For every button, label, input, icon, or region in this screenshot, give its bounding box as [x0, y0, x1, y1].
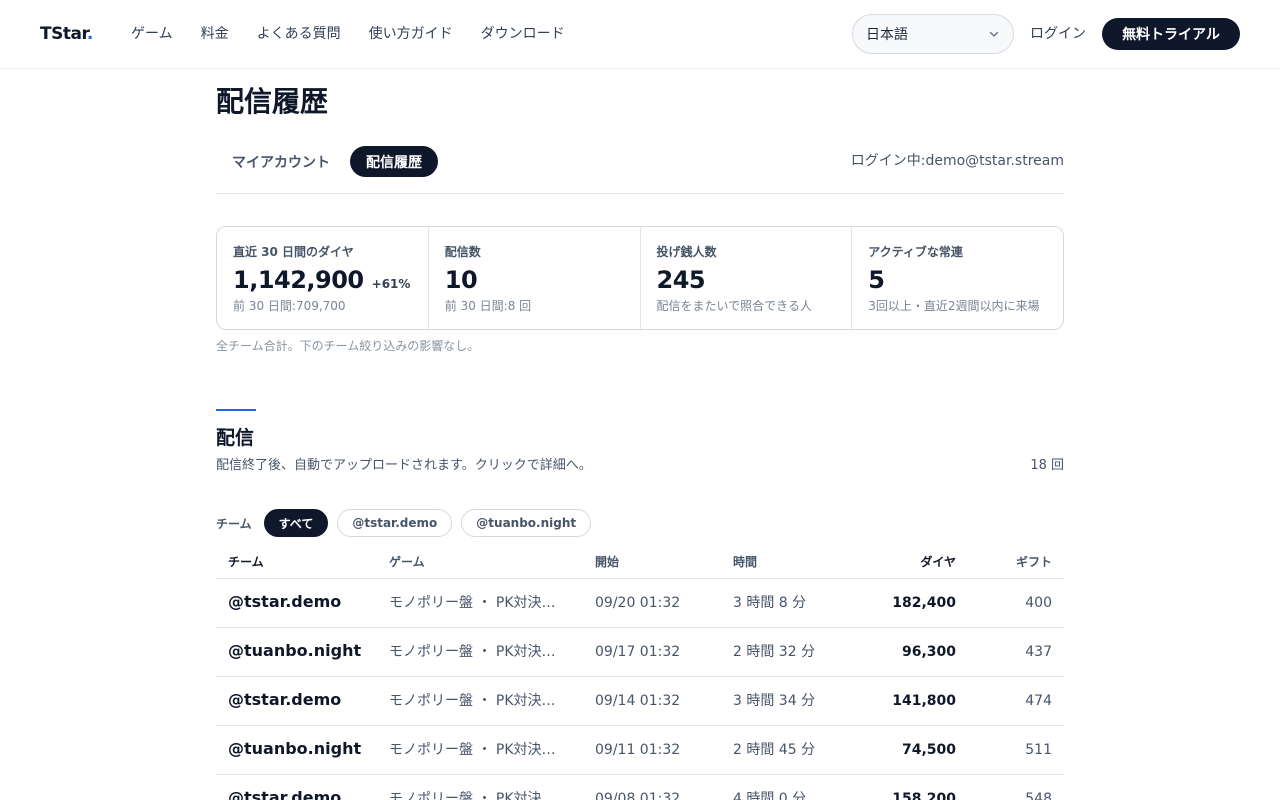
- cell-duration: 2 時間 45 分: [733, 742, 816, 758]
- cell-team: @tstar.demo: [228, 690, 342, 709]
- table-row[interactable]: @tstar.demo モノポリー盤 ・ PK対決バー 09/14 01:32 …: [216, 677, 1064, 726]
- stat-value: 245: [656, 266, 706, 294]
- section-title: 配信: [216, 427, 255, 449]
- column-header-diamonds[interactable]: ダイヤ: [920, 553, 956, 571]
- stat-value: 1,142,900: [233, 266, 364, 294]
- page-title: 配信履歴: [216, 85, 329, 118]
- cell-start: 09/08 01:32: [595, 791, 681, 800]
- logo[interactable]: TStar.: [40, 22, 93, 46]
- cell-gifts: 511: [1025, 742, 1052, 758]
- cell-start: 09/11 01:32: [595, 742, 681, 758]
- account-tabs: マイアカウント 配信履歴 ログイン中:demo@tstar.stream: [216, 145, 1064, 194]
- table-header: チーム ゲーム 開始 時間 ダイヤ ギフト: [216, 546, 1064, 579]
- language-select-value: 日本語: [866, 27, 908, 43]
- cell-game: モノポリー盤 ・ PK対決バー: [389, 595, 569, 611]
- chevron-down-icon: [989, 31, 999, 37]
- main-nav: ゲーム 料金 よくある質問 使い方ガイド ダウンロード: [131, 23, 565, 45]
- stat-card-diamonds: 直近 30 日間のダイヤ 1,142,900 +61% 前 30 日間:709,…: [217, 227, 429, 329]
- stat-label: 直近 30 日間のダイヤ: [233, 245, 354, 259]
- cell-gifts: 474: [1025, 693, 1052, 709]
- free-trial-button[interactable]: 無料トライアル: [1102, 18, 1240, 50]
- stat-sub: 前 30 日間:8 回: [444, 299, 532, 313]
- team-filter: チーム すべて @tstar.demo @tuanbo.night: [216, 509, 600, 537]
- stat-card-tippers: 投げ銭人数 245 配信をまたいで照合できる人: [641, 227, 853, 329]
- section-accent-bar: [216, 409, 256, 411]
- cell-diamonds: 96,300: [901, 644, 956, 660]
- cell-start: 09/14 01:32: [595, 693, 681, 709]
- cell-duration: 2 時間 32 分: [733, 644, 816, 660]
- table-row[interactable]: @tuanbo.night モノポリー盤 ・ PK対決バー 09/17 01:3…: [216, 628, 1064, 677]
- cell-game: モノポリー盤 ・ PK対決バー: [389, 742, 569, 758]
- nav-item-download[interactable]: ダウンロード: [481, 23, 565, 45]
- cell-gifts: 437: [1025, 644, 1052, 660]
- login-status: ログイン中:demo@tstar.stream: [850, 153, 1064, 169]
- cell-game: モノポリー盤 ・ PK対決バー: [389, 693, 569, 709]
- cell-diamonds: 158,200: [892, 791, 956, 800]
- tab-my-account[interactable]: マイアカウント: [216, 146, 346, 177]
- column-header-team[interactable]: チーム: [228, 553, 264, 571]
- cell-duration: 3 時間 34 分: [733, 693, 816, 709]
- cell-team: @tuanbo.night: [228, 641, 362, 660]
- login-link[interactable]: ログイン: [1030, 23, 1086, 45]
- cell-start: 09/17 01:32: [595, 644, 681, 660]
- cell-gifts: 548: [1025, 791, 1052, 800]
- tab-stream-history[interactable]: 配信履歴: [350, 146, 438, 177]
- cell-team: @tstar.demo: [228, 592, 342, 611]
- cell-gifts: 400: [1025, 595, 1052, 611]
- stat-card-regulars: アクティブな常連 5 3回以上・直近2週間以内に来場: [852, 227, 1063, 329]
- table-row[interactable]: @tstar.demo モノポリー盤 ・ PK対決バー 09/20 01:32 …: [216, 579, 1064, 628]
- stream-count: 18 回: [1030, 458, 1064, 473]
- filter-chip-all[interactable]: すべて: [263, 509, 329, 537]
- streams-table: チーム ゲーム 開始 時間 ダイヤ ギフト @tstar.demo モノポリー盤…: [216, 546, 1064, 800]
- cell-diamonds: 182,400: [892, 595, 956, 611]
- filter-chip-tuanbo-night[interactable]: @tuanbo.night: [461, 509, 592, 537]
- stat-card-streams: 配信数 10 前 30 日間:8 回: [429, 227, 641, 329]
- cell-game: モノポリー盤 ・ PK対決バー: [389, 791, 569, 800]
- nav-item-faq[interactable]: よくある質問: [257, 23, 341, 45]
- cell-start: 09/20 01:32: [595, 595, 681, 611]
- filter-label: チーム: [216, 516, 252, 531]
- cell-team: @tstar.demo: [228, 788, 342, 800]
- stat-label: 配信数: [444, 245, 481, 259]
- cell-duration: 3 時間 8 分: [733, 595, 807, 611]
- stat-sub: 3回以上・直近2週間以内に来場: [868, 299, 1040, 313]
- table-row[interactable]: @tstar.demo モノポリー盤 ・ PK対決バー 09/08 01:32 …: [216, 775, 1064, 800]
- column-header-game[interactable]: ゲーム: [389, 553, 569, 571]
- stats-panel: 直近 30 日間のダイヤ 1,142,900 +61% 前 30 日間:709,…: [216, 226, 1064, 330]
- nav-item-guide[interactable]: 使い方ガイド: [369, 23, 453, 45]
- stat-delta: +61%: [371, 277, 411, 291]
- cell-team: @tuanbo.night: [228, 739, 362, 758]
- cell-duration: 4 時間 0 分: [733, 791, 807, 800]
- stat-value: 10: [444, 266, 478, 294]
- cell-diamonds: 74,500: [901, 742, 956, 758]
- column-header-duration[interactable]: 時間: [733, 553, 757, 571]
- language-select[interactable]: 日本語: [852, 14, 1014, 54]
- stat-sub: 配信をまたいで照合できる人: [656, 299, 812, 313]
- cell-diamonds: 141,800: [892, 693, 956, 709]
- section-description: 配信終了後、自動でアップロードされます。クリックで詳細へ。: [216, 458, 592, 473]
- site-header: TStar. ゲーム 料金 よくある質問 使い方ガイド ダウンロード 日本語 ロ…: [0, 0, 1280, 69]
- column-header-start[interactable]: 開始: [595, 553, 619, 571]
- nav-item-games[interactable]: ゲーム: [131, 23, 173, 45]
- filter-chip-tstar-demo[interactable]: @tstar.demo: [337, 509, 453, 537]
- nav-item-pricing[interactable]: 料金: [201, 23, 229, 45]
- column-header-gifts[interactable]: ギフト: [1016, 553, 1052, 571]
- stats-note: 全チーム合計。下のチーム絞り込みの影響なし。: [216, 339, 480, 353]
- cell-game: モノポリー盤 ・ PK対決バー: [389, 644, 569, 660]
- table-row[interactable]: @tuanbo.night モノポリー盤 ・ PK対決バー 09/11 01:3…: [216, 726, 1064, 775]
- stat-value: 5: [868, 266, 885, 294]
- stat-label: アクティブな常連: [868, 245, 963, 259]
- stat-label: 投げ銭人数: [656, 245, 717, 259]
- stat-sub: 前 30 日間:709,700: [233, 299, 346, 313]
